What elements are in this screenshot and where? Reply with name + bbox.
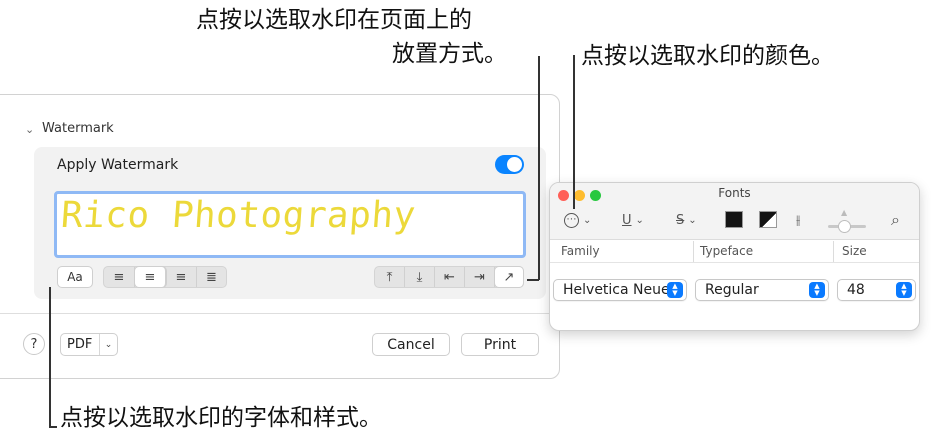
shadow-slider-knob[interactable] — [838, 220, 851, 233]
column-separator — [833, 241, 834, 262]
chevron-down-icon: ⌄ — [99, 334, 117, 355]
size-value: 48 — [847, 282, 865, 298]
callout-font: 点按以选取水印的字体和样式。 — [60, 405, 382, 431]
up-down-chevron-icon: ▲ ▼ — [809, 282, 825, 298]
text-alignment-segmented-control: ≡ ≡ ≡ ≣ — [103, 266, 227, 288]
family-column-header: Family — [561, 244, 600, 258]
document-color-swatch[interactable] — [759, 211, 777, 228]
pdf-menu-button[interactable]: PDF ⌄ — [60, 333, 118, 356]
text-effects-icon: ⋯ — [564, 212, 579, 228]
callout-placement-line2: 放置方式。 — [392, 41, 507, 67]
align-justify-icon[interactable]: ≣ — [197, 267, 226, 287]
column-separator — [693, 241, 694, 262]
typeface-popup[interactable]: Regular ▲ ▼ — [695, 279, 829, 301]
search-icon[interactable]: ⌕ — [891, 210, 900, 230]
spacing-icon[interactable]: ⫲ — [796, 210, 800, 230]
font-button[interactable]: Aa — [57, 266, 93, 288]
callout-color: 点按以选取水印的颜色。 — [581, 43, 834, 69]
strikethrough-icon: S — [676, 212, 685, 228]
watermark-section-title[interactable]: Watermark — [42, 121, 114, 136]
text-color-swatch[interactable] — [725, 211, 743, 228]
cancel-button[interactable]: Cancel — [372, 333, 450, 356]
help-button[interactable]: ? — [23, 333, 45, 355]
up-down-chevron-icon: ▲ ▼ — [667, 282, 683, 298]
print-button[interactable]: Print — [461, 333, 539, 356]
family-value: Helvetica Neue — [563, 282, 670, 298]
align-center-icon[interactable]: ≡ — [135, 267, 166, 287]
family-popup[interactable]: Helvetica Neue ▲ ▼ — [553, 279, 687, 301]
align-start-icon[interactable]: ⇤ — [435, 267, 465, 287]
watermark-text-field[interactable]: Rico Photography — [54, 191, 526, 258]
chevron-down-icon: ⌄ — [635, 214, 644, 226]
chevron-down-icon: ⌄ — [583, 214, 592, 226]
position-segmented-control: ⤒ ⤓ ⇤ ⇥ ↗ — [374, 266, 524, 288]
leader-line-font — [49, 287, 51, 427]
align-end-icon[interactable]: ⇥ — [465, 267, 495, 287]
up-down-chevron-icon: ▲ ▼ — [896, 282, 912, 298]
chevron-down-icon: ⌄ — [688, 214, 697, 226]
size-column-header: Size — [842, 244, 867, 258]
apply-watermark-toggle[interactable] — [495, 155, 524, 174]
leader-line-placement — [538, 56, 540, 280]
callout-placement-line1: 点按以选取水印在页面上的 — [196, 7, 472, 33]
text-effects-button[interactable]: ⋯ ⌄ — [564, 210, 591, 230]
align-top-icon[interactable]: ⤒ — [375, 267, 405, 287]
size-popup[interactable]: 48 ▲ ▼ — [837, 279, 916, 301]
toggle-knob — [507, 157, 522, 172]
leader-line-placement-tick — [527, 279, 539, 281]
underline-icon: U — [622, 212, 632, 228]
align-bottom-icon[interactable]: ⤓ — [405, 267, 435, 287]
header-divider — [550, 262, 919, 263]
typeface-value: Regular — [705, 282, 759, 298]
align-right-icon[interactable]: ≡ — [166, 267, 197, 287]
pdf-label: PDF — [67, 337, 93, 352]
strikethrough-button[interactable]: S ⌄ — [676, 210, 697, 230]
watermark-text: Rico Photography — [59, 195, 418, 236]
underline-button[interactable]: U ⌄ — [622, 210, 644, 230]
align-left-icon[interactable]: ≡ — [104, 267, 135, 287]
print-dialog-divider — [0, 313, 560, 314]
fonts-panel-title: Fonts — [718, 186, 751, 200]
diagonal-arrow-icon[interactable]: ↗ — [495, 267, 523, 287]
fonts-panel: Fonts ⋯ ⌄ U ⌄ S ⌄ ⫲ ▲ ⌕ Family Typeface … — [549, 182, 920, 331]
leader-line-font-tick — [49, 426, 57, 428]
slider-tick-icon: ▲ — [841, 208, 848, 217]
typeface-column-header: Typeface — [700, 244, 754, 258]
leader-line-color — [573, 55, 575, 209]
apply-watermark-label: Apply Watermark — [57, 157, 179, 173]
chevron-down-icon[interactable]: ⌄ — [25, 123, 34, 136]
